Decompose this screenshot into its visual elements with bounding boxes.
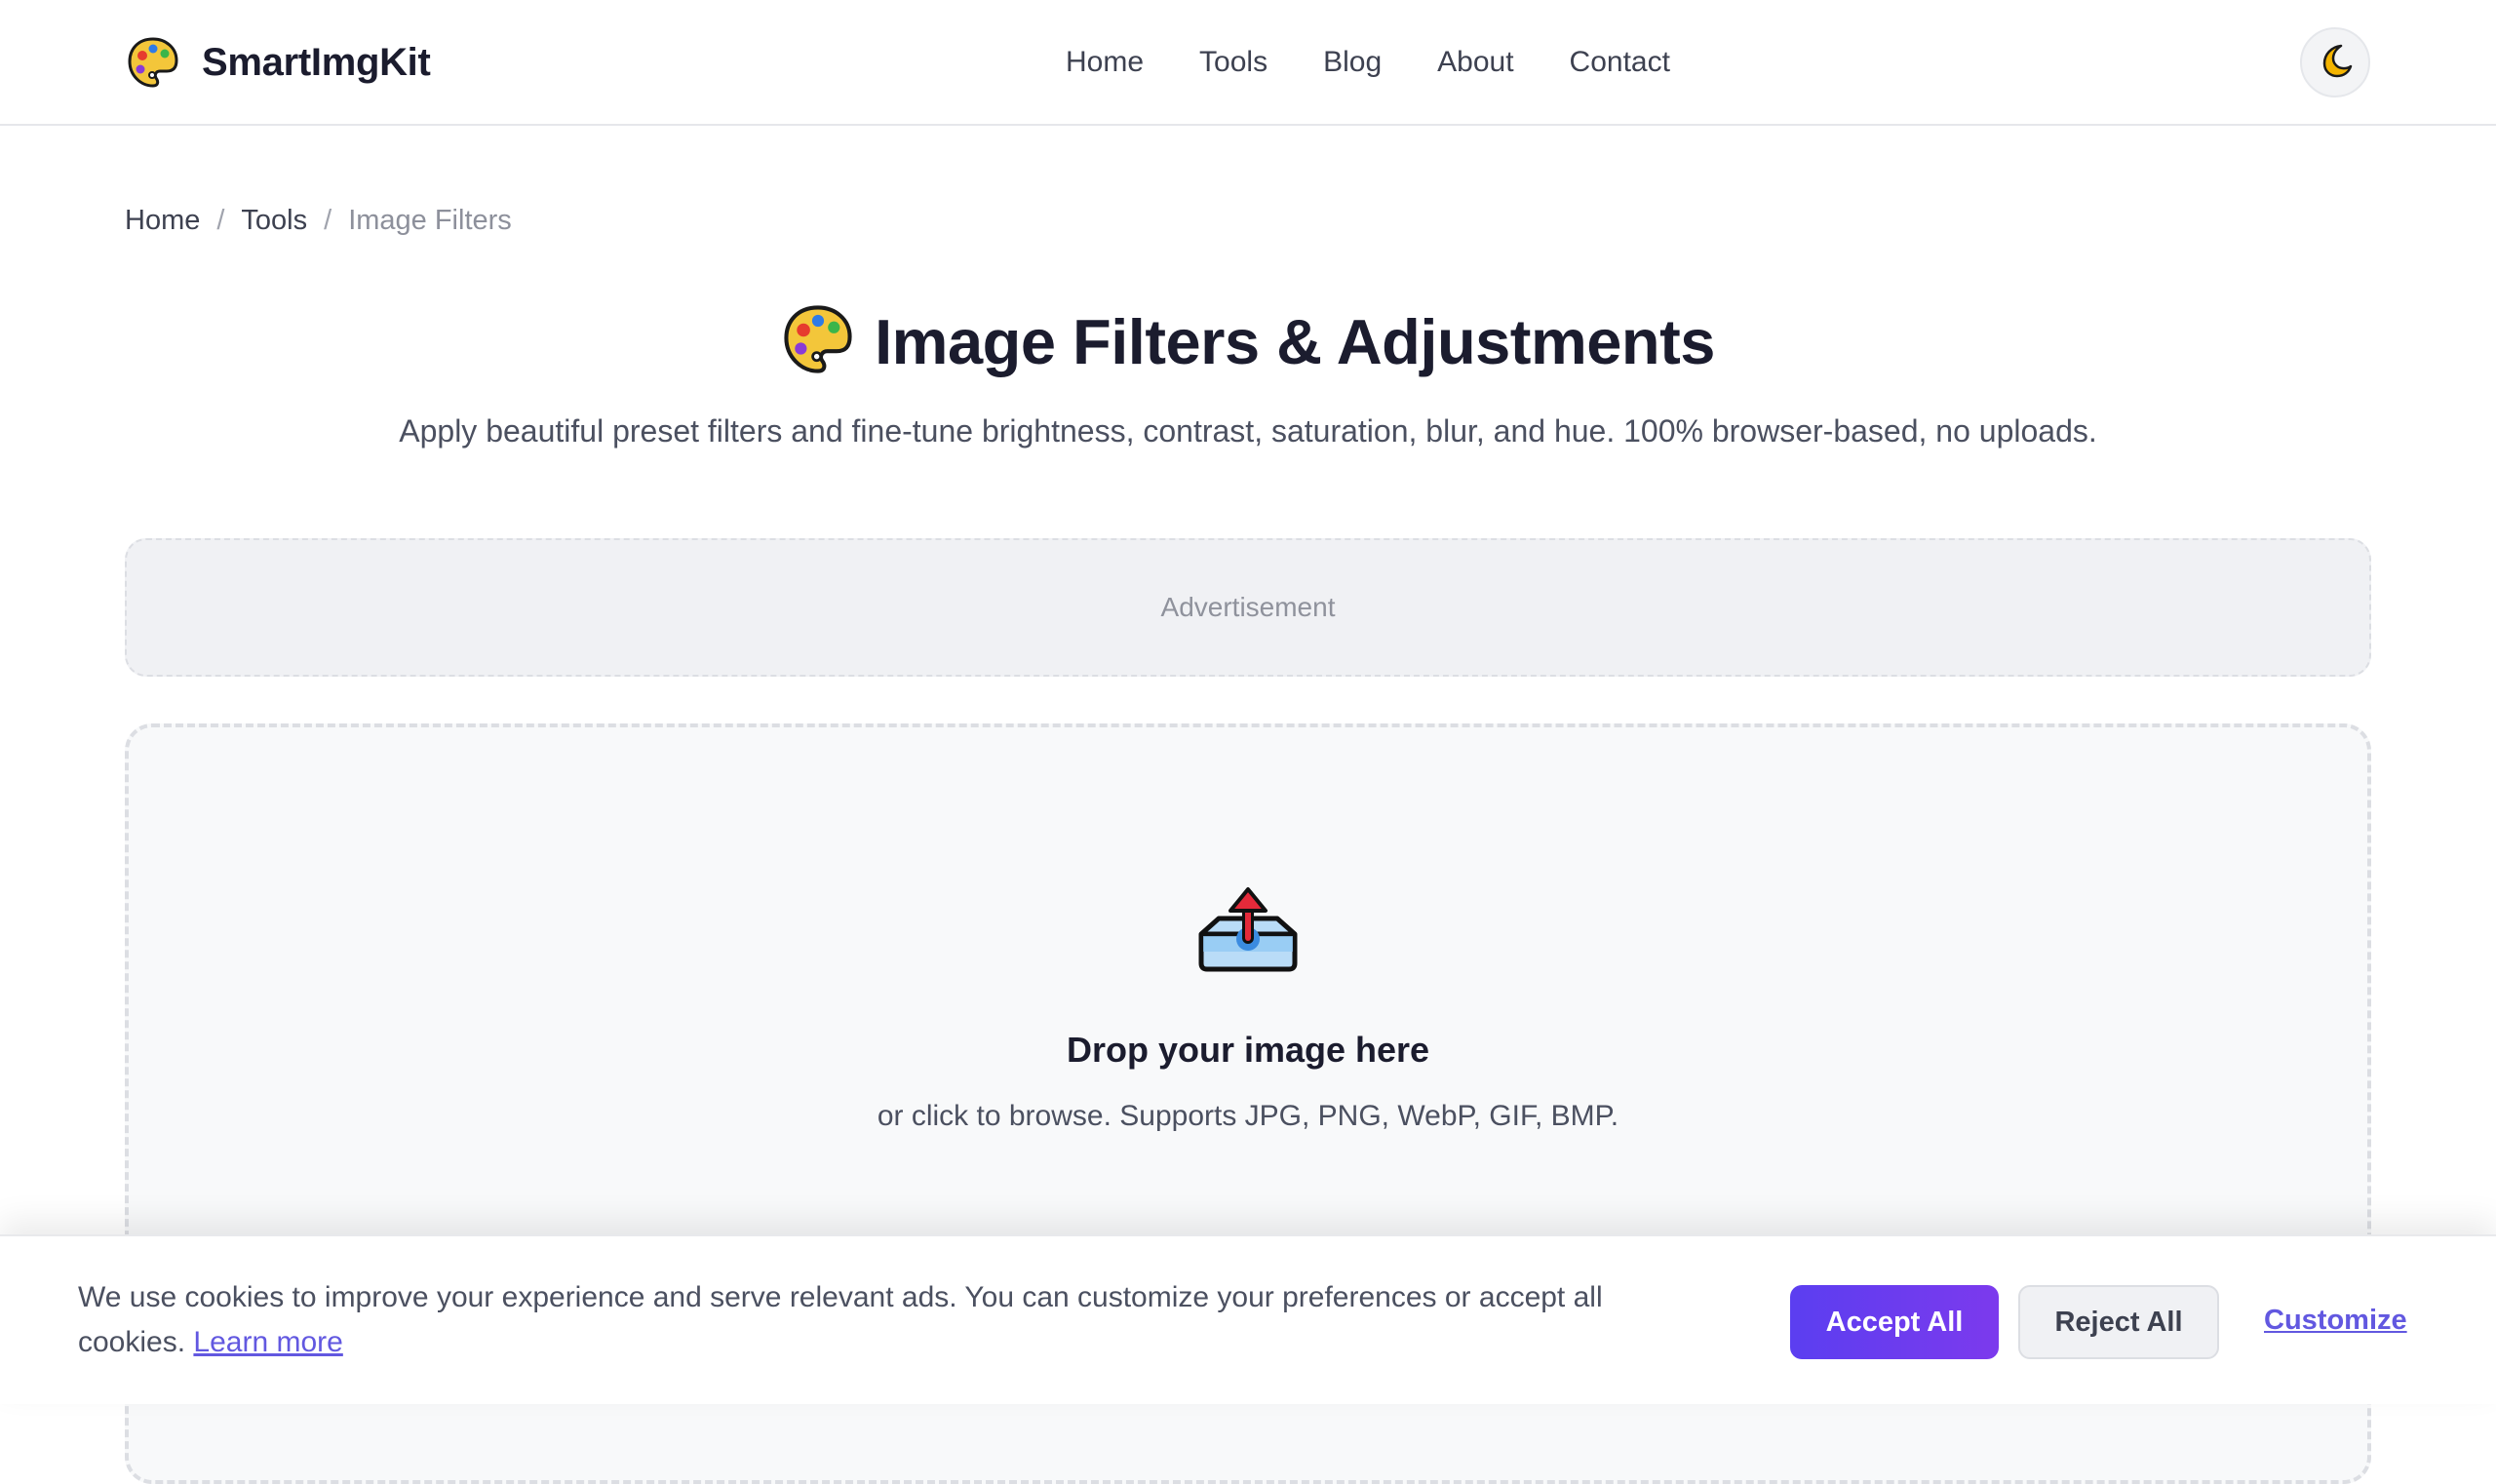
site-header: SmartImgKit Home Tools Blog About Contac… bbox=[0, 0, 2496, 126]
theme-toggle-button[interactable] bbox=[2300, 27, 2370, 98]
breadcrumb: Home / Tools / Image Filters bbox=[125, 205, 512, 237]
nav-home[interactable]: Home bbox=[1066, 46, 1144, 79]
breadcrumb-home[interactable]: Home bbox=[125, 205, 200, 237]
breadcrumb-current: Image Filters bbox=[348, 205, 512, 236]
breadcrumb-separator: / bbox=[216, 205, 225, 236]
brand-logo-link[interactable]: SmartImgKit bbox=[126, 31, 431, 94]
page-subtitle: Apply beautiful preset filters and fine-… bbox=[399, 413, 2097, 449]
page-title: Image Filters & Adjustments bbox=[875, 306, 1715, 377]
nav-about[interactable]: About bbox=[1437, 46, 1513, 79]
customize-link[interactable]: Customize bbox=[2264, 1305, 2407, 1337]
brand-name: SmartImgKit bbox=[202, 40, 431, 84]
accept-all-button[interactable]: Accept All bbox=[1790, 1285, 1999, 1359]
dropzone-title: Drop your image here bbox=[1066, 1030, 1430, 1070]
cookie-banner: We use cookies to improve your experienc… bbox=[0, 1234, 2496, 1404]
page-heading: Image Filters & Adjustments bbox=[0, 302, 2496, 381]
nav-blog[interactable]: Blog bbox=[1323, 46, 1382, 79]
palette-icon bbox=[126, 35, 180, 90]
dropzone-subtitle: or click to browse. Supports JPG, PNG, W… bbox=[877, 1100, 1619, 1132]
main-nav: Home Tools Blog About Contact bbox=[1066, 39, 1670, 86]
cookie-message: We use cookies to improve your experienc… bbox=[78, 1275, 1677, 1365]
palette-icon bbox=[781, 302, 855, 381]
ad-label: Advertisement bbox=[1160, 592, 1336, 622]
nav-contact[interactable]: Contact bbox=[1570, 46, 1670, 79]
breadcrumb-separator: / bbox=[324, 205, 332, 236]
nav-tools[interactable]: Tools bbox=[1199, 46, 1268, 79]
reject-all-button[interactable]: Reject All bbox=[2018, 1285, 2219, 1359]
moon-icon bbox=[2317, 42, 2354, 84]
breadcrumb-tools[interactable]: Tools bbox=[241, 205, 307, 237]
upload-tray-icon bbox=[1193, 883, 1303, 978]
ad-slot: Advertisement bbox=[125, 538, 2371, 677]
learn-more-link[interactable]: Learn more bbox=[193, 1326, 342, 1358]
